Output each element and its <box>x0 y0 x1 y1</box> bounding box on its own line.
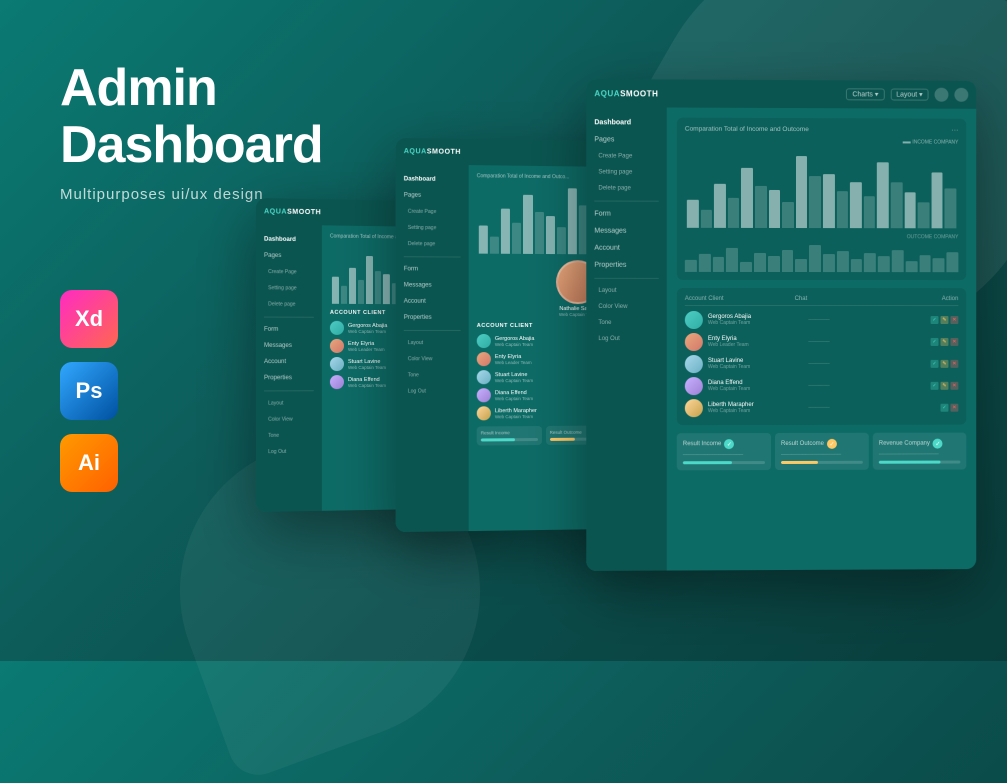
md-avatar-1 <box>477 334 491 348</box>
sm-nav-tone[interactable]: Tone <box>256 428 322 443</box>
lg-nav-pages[interactable]: Pages <box>586 132 666 147</box>
md-avatar-4 <box>477 388 491 402</box>
lg-chart-title: Comparation Total of Income and Outcome <box>685 126 959 134</box>
lg-nav-properties[interactable]: Properties <box>586 258 666 273</box>
sm-nav-properties[interactable]: Properties <box>256 371 322 385</box>
lg-result-revenue-label: Revenue Company <box>879 441 930 447</box>
lg-table-row-1: Gergoros Abajia Web Captain Team ────── … <box>685 311 959 329</box>
sm-avatar-3 <box>330 357 344 371</box>
lg-legend-income: INCOME COMPANY <box>902 139 958 145</box>
sm-nav-pages[interactable]: Pages <box>256 249 322 264</box>
sm-nav-delete[interactable]: Delete page <box>256 297 322 312</box>
lg-table-row-5: Liberth Marapher Web Captain Team ──────… <box>685 399 959 417</box>
sm-nav-logout[interactable]: Log Out <box>256 444 322 459</box>
lg-nav-dashboard[interactable]: Dashboard <box>586 115 666 130</box>
lg-result-outcome-label: Result Outcome <box>781 441 824 447</box>
lg-nav-account[interactable]: Account <box>586 241 666 256</box>
sm-avatar-2 <box>330 339 344 353</box>
lg-nav-delete[interactable]: Delete page <box>586 181 666 195</box>
lg-chart-settings: ⋯ <box>951 127 958 135</box>
lg-charts-dropdown[interactable]: Charts ▾ <box>846 88 884 100</box>
adobe-xd-icon: Xd <box>60 290 118 348</box>
md-nav-setting[interactable]: Setting page <box>396 221 469 236</box>
md-nav-delete[interactable]: Delete page <box>396 237 469 252</box>
md-nav-dashboard[interactable]: Dashboard <box>396 172 469 187</box>
sm-nav-layout[interactable]: Layout <box>256 396 322 410</box>
lg-chart-bars <box>685 148 959 229</box>
md-nav-account[interactable]: Account <box>396 295 469 309</box>
sm-avatar-4 <box>330 375 344 389</box>
lg-table-row-3: Stuart Lavine Web Captain Team ────── ✓ … <box>685 355 959 373</box>
lg-results: Result Income ✓ ───────────────── Result… <box>677 433 967 471</box>
lg-result-income-label: Result Income <box>683 441 721 447</box>
lg-nav-logout[interactable]: Log Out <box>586 332 666 346</box>
md-nav-layout[interactable]: Layout <box>396 336 469 350</box>
md-nav-logout[interactable]: Log Out <box>396 384 469 398</box>
lg-nav-layout[interactable]: Layout <box>586 284 666 298</box>
sm-nav-color[interactable]: Color View <box>256 412 322 427</box>
mockup-large: AQUASMOOTH Charts ▾ Layout ▾ Dashboard P… <box>586 79 976 571</box>
lg-chart-bars2 <box>685 242 959 272</box>
md-avatar-3 <box>477 370 491 384</box>
sm-nav-account[interactable]: Account <box>256 355 322 369</box>
md-nav-create[interactable]: Create Page <box>396 205 469 220</box>
lg-nav-form[interactable]: Form <box>586 207 666 222</box>
md-nav-messages[interactable]: Messages <box>396 278 469 292</box>
sm-nav-form[interactable]: Form <box>256 323 322 337</box>
md-nav-pages[interactable]: Pages <box>396 188 469 203</box>
sm-nav-create[interactable]: Create Page <box>256 265 322 280</box>
sm-nav-dashboard[interactable]: Dashboard <box>256 232 322 247</box>
lg-nav-color[interactable]: Color View <box>586 300 666 314</box>
lg-table-header: Account Client Chat Action <box>685 296 959 306</box>
tool-icons-group: Xd Ps Ai <box>60 290 118 492</box>
md-nav-tone[interactable]: Tone <box>396 368 469 382</box>
md-nav-color[interactable]: Color View <box>396 352 469 366</box>
mockups-area: AQUASMOOTH Dashboard Pages Create Page S… <box>227 0 1007 661</box>
lg-nav-messages[interactable]: Messages <box>586 224 666 239</box>
md-avatar-2 <box>477 352 491 366</box>
lg-table-row-2: Enty Elyria Web Leader Team ────── ✓ ✎ ✕ <box>685 333 959 351</box>
sm-nav-setting[interactable]: Setting page <box>256 281 322 296</box>
lg-nav-tone[interactable]: Tone <box>586 316 666 330</box>
lg-nav-create[interactable]: Create Page <box>586 149 666 163</box>
md-nav-properties[interactable]: Properties <box>396 311 469 325</box>
md-avatar-5 <box>477 406 491 420</box>
lg-table-row-4: Diana Effend Web Captain Team ────── ✓ ✎… <box>685 377 959 395</box>
lg-legend-outcome: OUTCOME COMPANY <box>685 234 959 240</box>
lg-layout-dropdown[interactable]: Layout ▾ <box>890 88 928 100</box>
adobe-ps-icon: Ps <box>60 362 118 420</box>
adobe-ai-icon: Ai <box>60 434 118 492</box>
sm-nav-messages[interactable]: Messages <box>256 339 322 353</box>
lg-nav-setting[interactable]: Setting page <box>586 165 666 179</box>
md-nav-form[interactable]: Form <box>396 262 469 276</box>
sm-avatar-1 <box>330 321 344 335</box>
